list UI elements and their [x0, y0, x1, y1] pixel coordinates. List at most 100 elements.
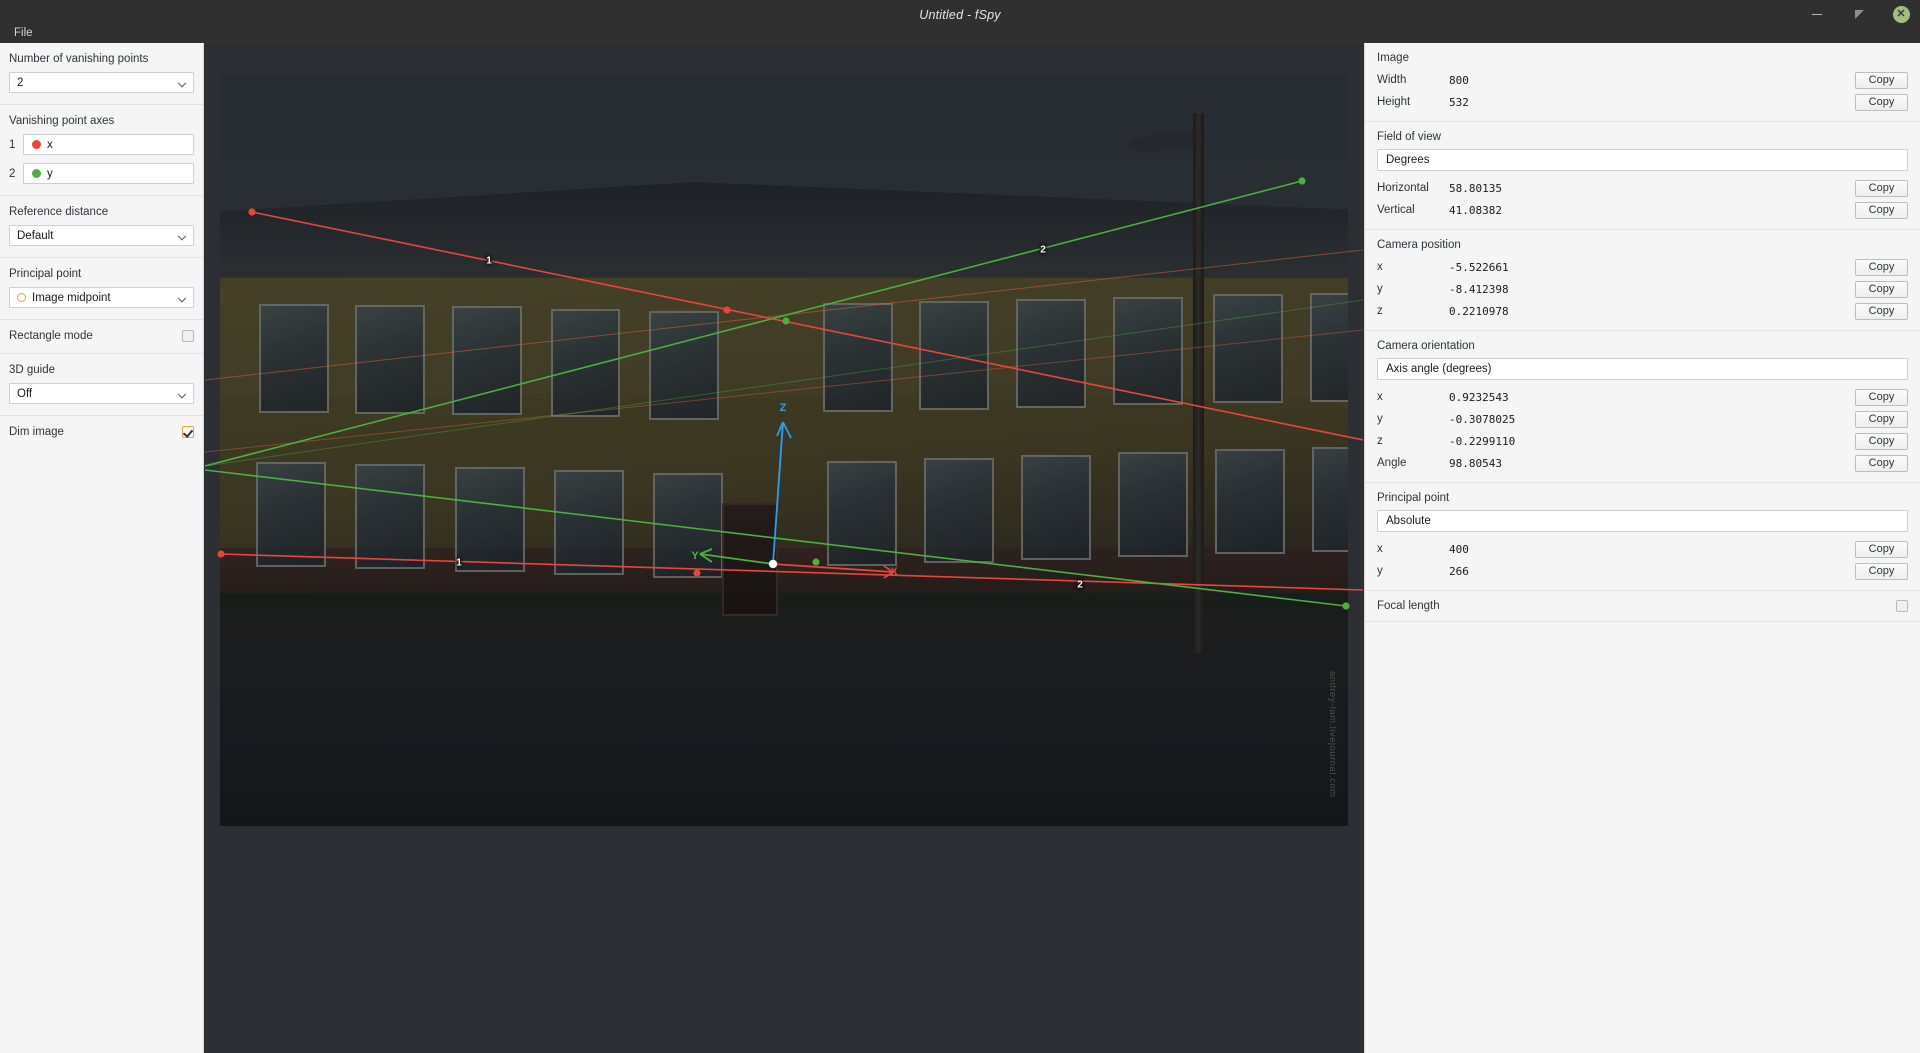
select-number-of-vanishing-points[interactable]: 2: [9, 72, 194, 93]
value-orientation-y: -0.3078025: [1449, 412, 1516, 426]
vanishing-line[interactable]: [699, 553, 774, 565]
copy-vertical-button[interactable]: Copy: [1855, 201, 1908, 219]
minimize-window-button[interactable]: [1806, 4, 1828, 26]
control-point-handle[interactable]: [812, 558, 820, 566]
value-camera-position-z: 0.2210978: [1449, 304, 1509, 318]
select-reference-distance[interactable]: Default: [9, 225, 194, 246]
copy-camera-position-x-button[interactable]: Copy: [1855, 258, 1908, 276]
key-camera-position-z: z: [1377, 305, 1383, 317]
copy-orientation-x-button[interactable]: Copy: [1855, 388, 1908, 406]
select-vanishing-point-axis-1-value: x: [47, 138, 53, 151]
maximize-icon: [1854, 10, 1864, 19]
vanishing-point-overlay[interactable]: [205, 43, 1363, 1053]
control-point-handle[interactable]: [248, 208, 256, 216]
select-principal-point-mode[interactable]: Absolute: [1377, 510, 1908, 532]
copy-principal-point-x-button[interactable]: Copy: [1855, 540, 1908, 558]
vanishing-point-index-label: 2: [1077, 579, 1083, 591]
axis-color-dot-green: [32, 169, 41, 178]
label-rectangle-mode: Rectangle mode: [9, 330, 93, 342]
vanishing-line[interactable]: [220, 553, 1363, 591]
dim-image-row[interactable]: Dim image: [9, 426, 194, 438]
rectangle-mode-row[interactable]: Rectangle mode: [9, 330, 194, 342]
value-height: 532: [1449, 95, 1469, 109]
key-height: Height: [1377, 96, 1411, 108]
control-point-handle[interactable]: [782, 317, 790, 325]
key-width: Width: [1377, 74, 1407, 86]
control-point-handle[interactable]: [723, 306, 731, 314]
vanishing-line[interactable]: [205, 329, 1363, 453]
copy-orientation-y-button[interactable]: Copy: [1855, 410, 1908, 428]
axis-label-y: Y: [691, 550, 699, 562]
select-3d-guide-value: Off: [17, 387, 33, 400]
vanishing-line[interactable]: [699, 548, 713, 555]
copy-camera-position-z-button[interactable]: Copy: [1855, 302, 1908, 320]
copy-orientation-angle-button[interactable]: Copy: [1855, 454, 1908, 472]
key-orientation-angle: Angle: [1377, 457, 1407, 469]
control-point-handle[interactable]: [1298, 177, 1306, 185]
control-point-handle[interactable]: [693, 569, 701, 577]
select-field-of-view-unit[interactable]: Degrees: [1377, 149, 1908, 171]
vanishing-point-index-label: 2: [1040, 244, 1046, 256]
key-camera-position-x: x: [1377, 261, 1383, 273]
select-principal-point[interactable]: Image midpoint: [9, 287, 194, 308]
maximize-window-button[interactable]: [1848, 4, 1870, 26]
focal-length-row[interactable]: Focal length: [1377, 600, 1908, 612]
select-camera-orientation-format[interactable]: Axis angle (degrees): [1377, 358, 1908, 380]
key-vertical: Vertical: [1377, 204, 1415, 216]
vanishing-line[interactable]: [205, 299, 1363, 467]
row-principal-point-x: x 400 Copy: [1377, 539, 1908, 559]
vanishing-line[interactable]: [251, 211, 1363, 441]
copy-horizontal-button[interactable]: Copy: [1855, 179, 1908, 197]
section-principal-point: Principal point Image midpoint: [0, 258, 203, 320]
axis-index-1: 1: [9, 138, 16, 151]
circle-outline-icon: [17, 293, 26, 302]
label-reference-distance: Reference distance: [9, 206, 109, 218]
copy-principal-point-y-button[interactable]: Copy: [1855, 562, 1908, 580]
copy-width-button[interactable]: Copy: [1855, 71, 1908, 89]
section-3d-guide: 3D guide Off: [0, 354, 203, 416]
key-orientation-x: x: [1377, 391, 1383, 403]
checkbox-dim-image[interactable]: [182, 426, 194, 438]
section-focal-length: Focal length: [1365, 591, 1920, 622]
row-camera-position-y: y -8.412398 Copy: [1377, 279, 1908, 299]
chevron-down-icon: [179, 391, 187, 396]
title-focal-length: Focal length: [1377, 600, 1440, 612]
value-principal-point-y: 266: [1449, 564, 1469, 578]
row-fov-horizontal: Horizontal 58.80135 Copy: [1377, 178, 1908, 198]
control-point-handle[interactable]: [1342, 602, 1350, 610]
copy-orientation-z-button[interactable]: Copy: [1855, 432, 1908, 450]
title-camera-position: Camera position: [1377, 239, 1461, 251]
value-horizontal: 58.80135: [1449, 181, 1502, 195]
value-camera-position-y: -8.412398: [1449, 282, 1509, 296]
menu-item-file[interactable]: File: [8, 25, 39, 41]
control-point-handle[interactable]: [217, 550, 225, 558]
select-vanishing-point-axis-2[interactable]: y: [23, 163, 194, 184]
control-point-handle[interactable]: [768, 559, 778, 569]
close-window-button[interactable]: ✕: [1890, 4, 1912, 26]
title-field-of-view: Field of view: [1377, 131, 1441, 143]
key-orientation-y: y: [1377, 413, 1383, 425]
copy-height-button[interactable]: Copy: [1855, 93, 1908, 111]
section-vanishing-point-axes: Vanishing point axes 1 x 2 y: [0, 105, 203, 196]
vanishing-line[interactable]: [772, 421, 784, 565]
select-vanishing-point-axis-1[interactable]: x: [23, 134, 194, 155]
copy-camera-position-y-button[interactable]: Copy: [1855, 280, 1908, 298]
vanishing-line[interactable]: [772, 563, 894, 573]
row-camera-position-z: z 0.2210978 Copy: [1377, 301, 1908, 321]
row-orientation-x: x 0.9232543 Copy: [1377, 387, 1908, 407]
select-3d-guide[interactable]: Off: [9, 383, 194, 404]
vanishing-line[interactable]: [782, 421, 792, 439]
section-reference-distance: Reference distance Default: [0, 196, 203, 258]
chevron-down-icon: [179, 295, 187, 300]
image-viewport[interactable]: andrey-lam.livejournal.com 1212ZYX: [205, 43, 1363, 1053]
vanishing-line[interactable]: [205, 180, 1303, 467]
value-orientation-z: -0.2299110: [1449, 434, 1516, 448]
axis-label-z: Z: [779, 402, 787, 414]
value-principal-point-x: 400: [1449, 542, 1469, 556]
checkbox-focal-length[interactable]: [1896, 600, 1908, 612]
row-orientation-y: y -0.3078025 Copy: [1377, 409, 1908, 429]
axis-index-2: 2: [9, 167, 16, 180]
value-vertical: 41.08382: [1449, 203, 1502, 217]
checkbox-rectangle-mode[interactable]: [182, 330, 194, 342]
value-orientation-x: 0.9232543: [1449, 390, 1509, 404]
